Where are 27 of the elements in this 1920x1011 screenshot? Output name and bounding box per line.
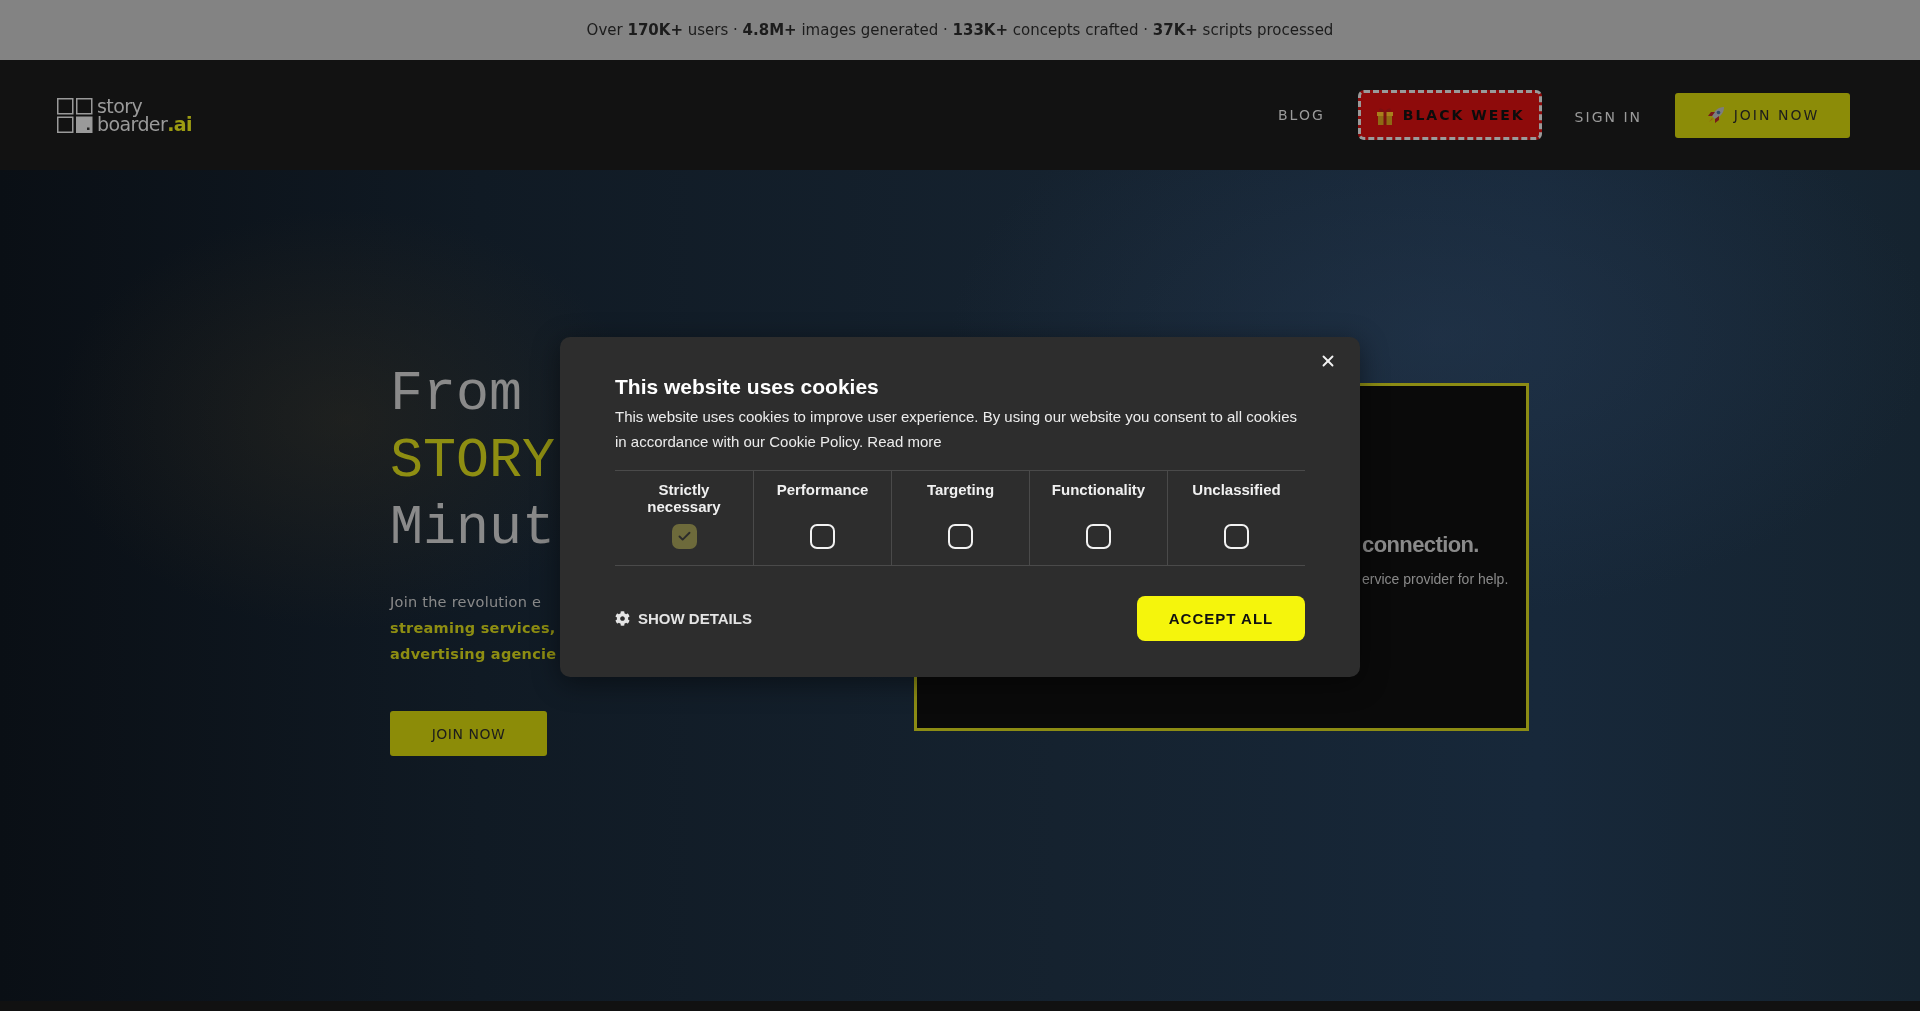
stats-text: Over 170K+ users · 4.8M+ images generated · 133K+ concepts crafted · 37K+ scripts processed	[586, 21, 1334, 39]
category-label: Targeting	[925, 481, 996, 500]
category-label: Performance	[775, 481, 870, 500]
read-more-link[interactable]: Read more	[867, 433, 942, 450]
hero-title-line: Minut	[390, 496, 556, 562]
category-label: Unclassified	[1191, 481, 1282, 500]
accept-all-button[interactable]: ACCEPT ALL	[1137, 596, 1305, 641]
logo-icon	[57, 97, 93, 133]
nav-link[interactable]: SIGN IN	[1574, 109, 1642, 125]
dialog-text: This website uses cookies to improve user experience. By using our website you consent to all cookies in accordance with our Cookie Policy. Read more	[615, 407, 1298, 452]
checkbox[interactable]	[671, 524, 697, 549]
video-error-message: ervice provider for help.	[1362, 570, 1509, 589]
show-details-button[interactable]: SHOW DETAILS	[615, 610, 752, 627]
logo-wordmark: story boarder.ai	[97, 97, 192, 133]
rocket-icon	[1705, 105, 1726, 125]
category-label: Functionality	[1050, 481, 1147, 500]
video-error-heading: connection.	[1362, 531, 1479, 559]
hero-description: Join the revolution e streaming services, advertising agencie	[390, 593, 557, 664]
join-now-button[interactable]: JOIN NOW	[390, 711, 547, 756]
settings-icon	[615, 611, 630, 626]
hero-title-line: From	[390, 362, 523, 428]
join-now-button[interactable]: JOIN NOW	[1675, 92, 1850, 138]
hero-title-line: STORY	[390, 429, 556, 495]
dialog-title: This website uses cookies	[615, 374, 880, 400]
category-label: Strictly necessary	[646, 481, 722, 515]
nav-link[interactable]: BLOG	[1278, 107, 1325, 123]
check-icon	[676, 529, 692, 544]
